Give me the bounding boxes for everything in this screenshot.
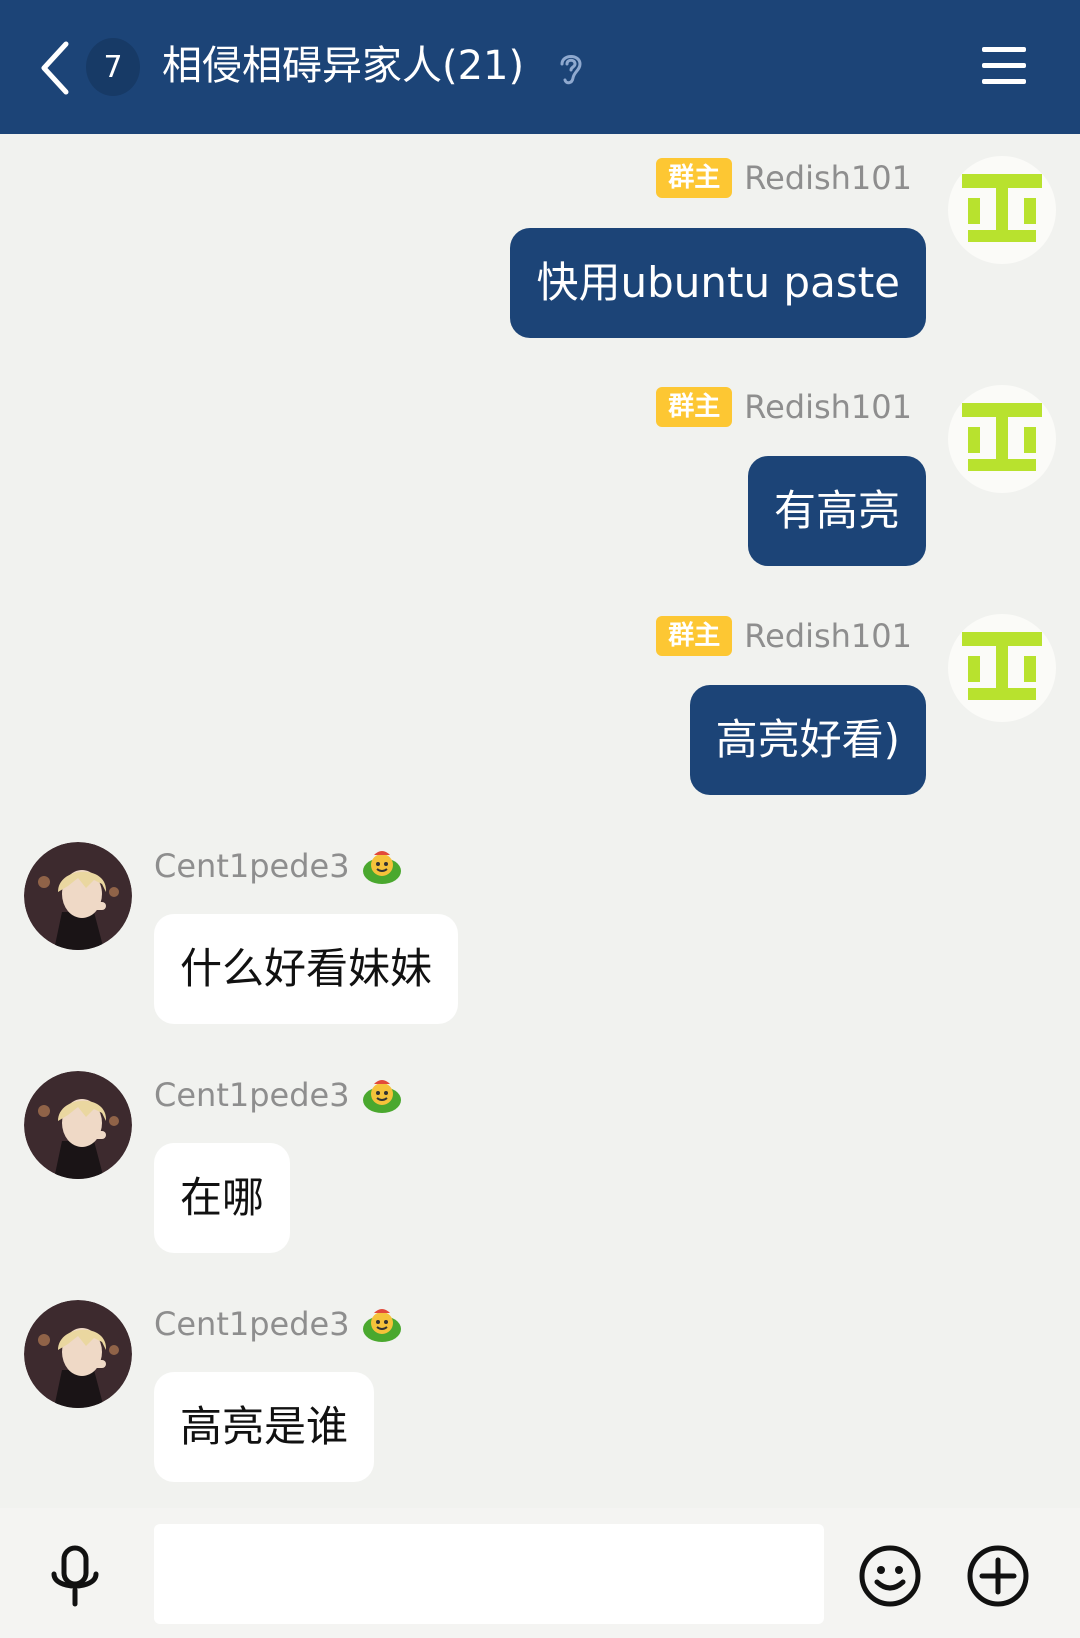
sender-row: Cent1pede3 [154,1073,402,1117]
microphone-icon[interactable] [46,1544,104,1608]
frog-icon [362,851,401,884]
sender-name[interactable]: Cent1pede3 [154,1076,350,1114]
emoji-icon[interactable] [858,1544,922,1608]
sender-name[interactable]: Cent1pede3 [154,1305,350,1343]
avatar[interactable] [948,385,1056,493]
sender-row: 群主 Redish101 [656,156,912,200]
message-input[interactable] [154,1524,824,1624]
sender-name[interactable]: Redish101 [744,159,912,197]
sender-row: 群主 Redish101 [656,614,912,658]
back-arrow-icon[interactable] [36,38,76,98]
sender-name[interactable]: Cent1pede3 [154,847,350,885]
owner-badge: 群主 [656,616,733,656]
message-bubble[interactable]: 什么好看妹妹 [154,914,459,1024]
chat-header: 7 相侵相碍异家人(21) [0,0,1080,134]
frog-icon [362,1080,401,1113]
avatar[interactable] [948,614,1056,722]
avatar[interactable] [24,842,132,950]
pixel-face-icon [962,632,1042,700]
unread-count-badge[interactable]: 7 [86,38,140,96]
avatar[interactable] [948,156,1056,264]
owner-badge: 群主 [656,387,733,427]
anime-avatar-icon [24,1071,132,1179]
menu-icon[interactable] [980,44,1028,88]
message-bubble[interactable]: 在哪 [154,1143,291,1253]
sender-row: Cent1pede3 [154,844,402,888]
owner-badge: 群主 [656,158,733,198]
avatar[interactable] [24,1300,132,1408]
message-bubble[interactable]: 高亮是谁 [154,1372,375,1482]
pixel-face-icon [962,174,1042,242]
sender-row: Cent1pede3 [154,1302,402,1346]
anime-avatar-icon [24,842,132,950]
sender-name[interactable]: Redish101 [744,388,912,426]
avatar[interactable] [24,1071,132,1179]
message-bubble[interactable]: 快用ubuntu paste [510,228,926,338]
message-bubble[interactable]: 有高亮 [747,456,926,566]
anime-avatar-icon [24,1300,132,1408]
frog-icon [362,1309,401,1342]
input-bar [0,1508,1080,1638]
pixel-face-icon [962,403,1042,471]
ear-icon[interactable] [556,48,586,88]
sender-row: 群主 Redish101 [656,385,912,429]
sender-name[interactable]: Redish101 [744,617,912,655]
message-bubble[interactable]: 高亮好看) [689,685,926,795]
plus-icon[interactable] [966,1544,1030,1608]
chat-title[interactable]: 相侵相碍异家人(21) [162,36,524,96]
